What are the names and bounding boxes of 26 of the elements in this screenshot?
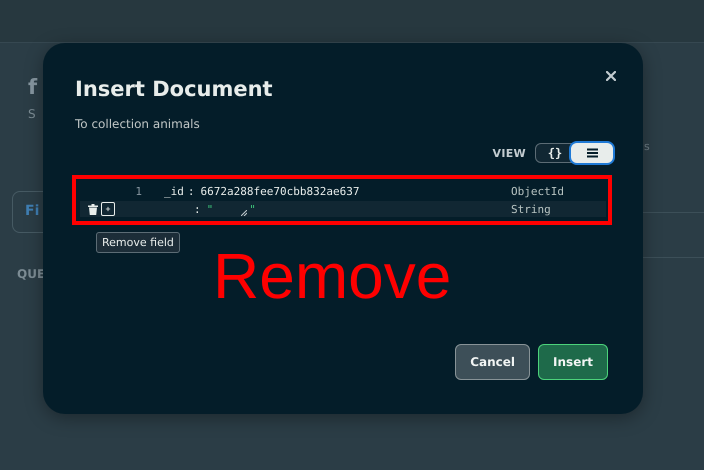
field-type: ObjectId: [511, 184, 565, 198]
key-separator: :: [194, 202, 201, 216]
field-value: 6672a288fee70cbb832ae637: [200, 184, 360, 198]
tooltip: Remove field: [96, 232, 180, 253]
list-view-button[interactable]: [571, 143, 613, 163]
dialog-subtitle: To collection animals: [75, 117, 201, 131]
dialog-title: Insert Document: [75, 77, 274, 103]
side-text: s: [644, 140, 650, 153]
trash-icon[interactable]: [88, 204, 98, 214]
section-label: QUE: [17, 267, 46, 281]
close-icon[interactable]: [606, 71, 616, 81]
view-label: VIEW: [492, 146, 526, 160]
insert-button[interactable]: Insert: [538, 344, 608, 380]
list-icon: [586, 148, 598, 158]
key-separator: :: [188, 184, 194, 198]
page-heading: f: [28, 75, 38, 101]
line-number: 1: [134, 184, 142, 198]
field-key: _id: [164, 184, 184, 198]
field-type: String: [511, 202, 552, 216]
annotation-text: Remove: [213, 239, 452, 313]
open-quote: ": [206, 202, 214, 216]
cancel-button[interactable]: Cancel: [455, 344, 530, 380]
resize-grip-icon[interactable]: [241, 210, 248, 216]
add-field-icon[interactable]: [101, 202, 115, 216]
close-quote: ": [249, 202, 256, 216]
page-subheading: S: [28, 107, 36, 121]
